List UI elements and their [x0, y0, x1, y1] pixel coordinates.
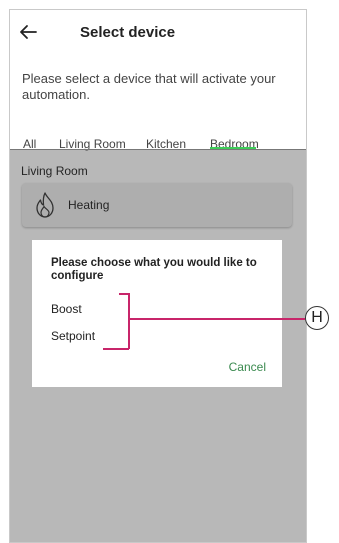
callout-leader-line	[129, 318, 305, 320]
configure-dialog: Please choose what you would like to con…	[32, 240, 282, 387]
cancel-button[interactable]: Cancel	[229, 360, 266, 374]
instruction-text: Please select a device that will activat…	[22, 71, 276, 102]
room-tabs: All Living Room Kitchen Bedroom	[10, 128, 306, 151]
phone-screen: Select device Please select a device tha…	[9, 9, 307, 543]
dialog-title: Please choose what you would like to con…	[51, 257, 257, 282]
arrow-left-icon[interactable]	[18, 22, 38, 42]
callout-bracket-bottom	[103, 348, 129, 350]
app-header: Select device	[10, 10, 306, 54]
callout-label-h: H	[305, 306, 329, 330]
option-setpoint[interactable]: Setpoint	[51, 329, 95, 343]
callout-bracket-vertical	[128, 293, 130, 349]
option-boost[interactable]: Boost	[51, 302, 82, 316]
page-title: Select device	[80, 24, 176, 41]
